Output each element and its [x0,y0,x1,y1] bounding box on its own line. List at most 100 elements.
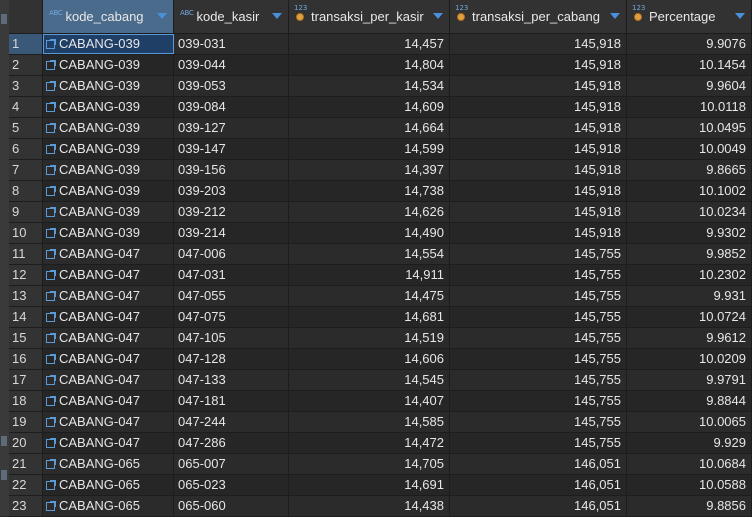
row-number-cell[interactable]: 15 [9,328,43,348]
transaksi-per-kasir-cell[interactable]: 14,545 [289,370,450,390]
open-link-icon[interactable] [46,186,56,196]
open-link-icon[interactable] [46,102,56,112]
kode-cabang-cell[interactable]: CABANG-065 [43,454,174,474]
transaksi-per-cabang-cell[interactable]: 145,918 [450,160,627,180]
transaksi-per-cabang-cell[interactable]: 145,755 [450,307,627,327]
kode-cabang-cell[interactable]: CABANG-047 [43,412,174,432]
kode-kasir-cell[interactable]: 065-060 [174,496,289,516]
transaksi-per-cabang-cell[interactable]: 145,918 [450,118,627,138]
transaksi-per-kasir-cell[interactable]: 14,407 [289,391,450,411]
column-header-kode-kasir[interactable]: ABC kode_kasir [174,0,289,33]
transaksi-per-kasir-cell[interactable]: 14,534 [289,76,450,96]
table-row[interactable]: 11 CABANG-047 047-006 14,554 145,755 9.9852 [9,244,752,265]
percentage-cell[interactable]: 10.0049 [627,139,752,159]
row-number-cell[interactable]: 8 [9,181,43,201]
transaksi-per-cabang-cell[interactable]: 145,918 [450,223,627,243]
transaksi-per-cabang-cell[interactable]: 145,755 [450,433,627,453]
sort-dropdown-icon[interactable] [157,13,167,19]
percentage-cell[interactable]: 9.8665 [627,160,752,180]
open-link-icon[interactable] [46,396,56,406]
open-link-icon[interactable] [46,480,56,490]
transaksi-per-kasir-cell[interactable]: 14,472 [289,433,450,453]
kode-kasir-cell[interactable]: 039-127 [174,118,289,138]
percentage-cell[interactable]: 10.0495 [627,118,752,138]
open-link-icon[interactable] [46,333,56,343]
table-row[interactable]: 20 CABANG-047 047-286 14,472 145,755 9.929 [9,433,752,454]
kode-kasir-cell[interactable]: 039-156 [174,160,289,180]
percentage-cell[interactable]: 10.1002 [627,181,752,201]
kode-kasir-cell[interactable]: 039-212 [174,202,289,222]
kode-kasir-cell[interactable]: 065-023 [174,475,289,495]
kode-kasir-cell[interactable]: 039-147 [174,139,289,159]
row-number-header[interactable] [9,0,43,33]
transaksi-per-cabang-cell[interactable]: 145,755 [450,370,627,390]
kode-cabang-cell[interactable]: CABANG-039 [43,181,174,201]
transaksi-per-cabang-cell[interactable]: 145,755 [450,244,627,264]
kode-cabang-cell[interactable]: CABANG-047 [43,286,174,306]
percentage-cell[interactable]: 10.0234 [627,202,752,222]
transaksi-per-kasir-cell[interactable]: 14,738 [289,181,450,201]
kode-cabang-cell[interactable]: CABANG-039 [43,55,174,75]
kode-kasir-cell[interactable]: 047-006 [174,244,289,264]
table-row[interactable]: 15 CABANG-047 047-105 14,519 145,755 9.9612 [9,328,752,349]
transaksi-per-kasir-cell[interactable]: 14,626 [289,202,450,222]
percentage-cell[interactable]: 9.8856 [627,496,752,516]
row-number-cell[interactable]: 1 [9,34,43,54]
transaksi-per-cabang-cell[interactable]: 145,755 [450,286,627,306]
table-row[interactable]: 12 CABANG-047 047-031 14,911 145,755 10.2302 [9,265,752,286]
sort-dropdown-icon[interactable] [610,13,620,19]
transaksi-per-cabang-cell[interactable]: 145,755 [450,391,627,411]
kode-cabang-cell[interactable]: CABANG-039 [43,223,174,243]
percentage-cell[interactable]: 9.9612 [627,328,752,348]
row-number-cell[interactable]: 16 [9,349,43,369]
percentage-cell[interactable]: 9.9076 [627,34,752,54]
open-link-icon[interactable] [46,207,56,217]
kode-cabang-cell[interactable]: CABANG-047 [43,349,174,369]
percentage-cell[interactable]: 9.929 [627,433,752,453]
row-number-cell[interactable]: 20 [9,433,43,453]
row-number-cell[interactable]: 23 [9,496,43,516]
transaksi-per-kasir-cell[interactable]: 14,911 [289,265,450,285]
transaksi-per-kasir-cell[interactable]: 14,599 [289,139,450,159]
table-row[interactable]: 1 CABANG-039 039-031 14,457 145,918 9.9076 [9,34,752,55]
percentage-cell[interactable]: 10.0724 [627,307,752,327]
column-header-transaksi-per-cabang[interactable]: 123 transaksi_per_cabang [450,0,627,33]
open-link-icon[interactable] [46,354,56,364]
kode-cabang-cell[interactable]: CABANG-047 [43,328,174,348]
kode-kasir-cell[interactable]: 047-031 [174,265,289,285]
open-link-icon[interactable] [46,39,56,49]
open-link-icon[interactable] [46,60,56,70]
row-number-cell[interactable]: 21 [9,454,43,474]
transaksi-per-cabang-cell[interactable]: 146,051 [450,454,627,474]
kode-cabang-cell[interactable]: CABANG-039 [43,97,174,117]
open-link-icon[interactable] [46,459,56,469]
transaksi-per-kasir-cell[interactable]: 14,691 [289,475,450,495]
kode-cabang-cell[interactable]: CABANG-039 [43,118,174,138]
table-row[interactable]: 14 CABANG-047 047-075 14,681 145,755 10.0724 [9,307,752,328]
transaksi-per-kasir-cell[interactable]: 14,681 [289,307,450,327]
row-number-cell[interactable]: 14 [9,307,43,327]
table-row[interactable]: 5 CABANG-039 039-127 14,664 145,918 10.0495 [9,118,752,139]
transaksi-per-cabang-cell[interactable]: 145,755 [450,328,627,348]
open-link-icon[interactable] [46,417,56,427]
table-row[interactable]: 18 CABANG-047 047-181 14,407 145,755 9.8844 [9,391,752,412]
transaksi-per-kasir-cell[interactable]: 14,397 [289,160,450,180]
percentage-cell[interactable]: 10.0065 [627,412,752,432]
kode-cabang-cell[interactable]: CABANG-039 [43,202,174,222]
transaksi-per-cabang-cell[interactable]: 145,755 [450,412,627,432]
kode-cabang-cell[interactable]: CABANG-047 [43,265,174,285]
transaksi-per-kasir-cell[interactable]: 14,554 [289,244,450,264]
row-number-cell[interactable]: 6 [9,139,43,159]
transaksi-per-cabang-cell[interactable]: 146,051 [450,496,627,516]
kode-cabang-cell[interactable]: CABANG-047 [43,433,174,453]
transaksi-per-kasir-cell[interactable]: 14,606 [289,349,450,369]
table-row[interactable]: 8 CABANG-039 039-203 14,738 145,918 10.1002 [9,181,752,202]
table-row[interactable]: 10 CABANG-039 039-214 14,490 145,918 9.9302 [9,223,752,244]
open-link-icon[interactable] [46,270,56,280]
transaksi-per-cabang-cell[interactable]: 145,918 [450,55,627,75]
open-link-icon[interactable] [46,81,56,91]
transaksi-per-cabang-cell[interactable]: 145,918 [450,139,627,159]
open-link-icon[interactable] [46,438,56,448]
kode-cabang-cell[interactable]: CABANG-039 [43,160,174,180]
row-number-cell[interactable]: 4 [9,97,43,117]
